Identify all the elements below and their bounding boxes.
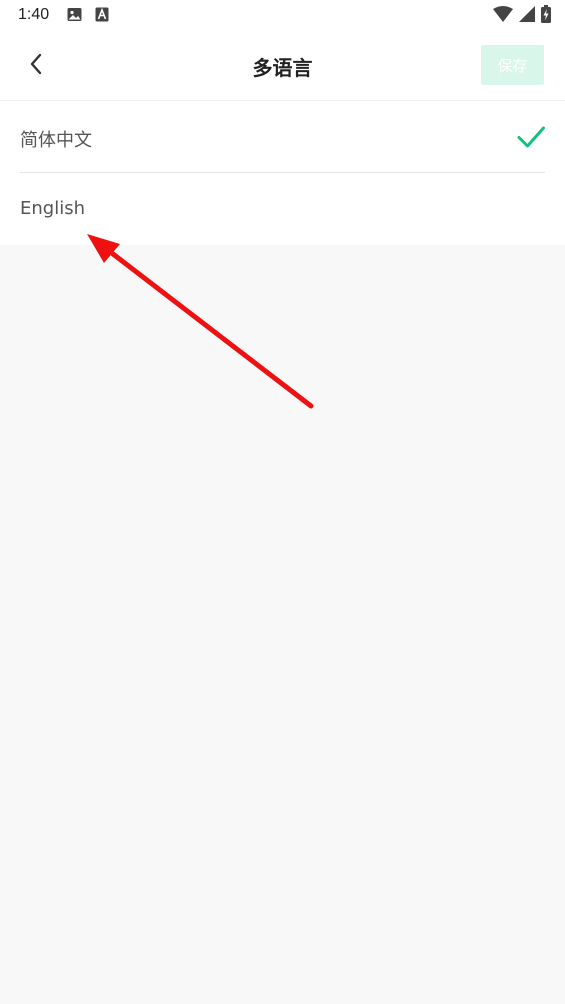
text-a-icon bbox=[95, 7, 109, 26]
save-button[interactable]: 保存 bbox=[481, 45, 544, 85]
language-label: English bbox=[20, 198, 85, 219]
status-icons bbox=[493, 5, 551, 27]
image-icon bbox=[67, 7, 82, 26]
battery-charging-icon bbox=[541, 5, 551, 27]
wifi-icon bbox=[493, 6, 513, 26]
language-list: 简体中文 English bbox=[0, 101, 565, 245]
language-item-english[interactable]: English bbox=[0, 173, 565, 245]
app-bar: 多语言 保存 bbox=[0, 32, 565, 100]
signal-icon bbox=[519, 6, 535, 26]
check-icon bbox=[517, 123, 545, 151]
language-label: 简体中文 bbox=[20, 130, 92, 151]
status-time: 1:40 bbox=[18, 6, 50, 23]
status-bar: 1:40 bbox=[0, 0, 565, 32]
language-item-simplified-chinese[interactable]: 简体中文 bbox=[0, 101, 565, 173]
